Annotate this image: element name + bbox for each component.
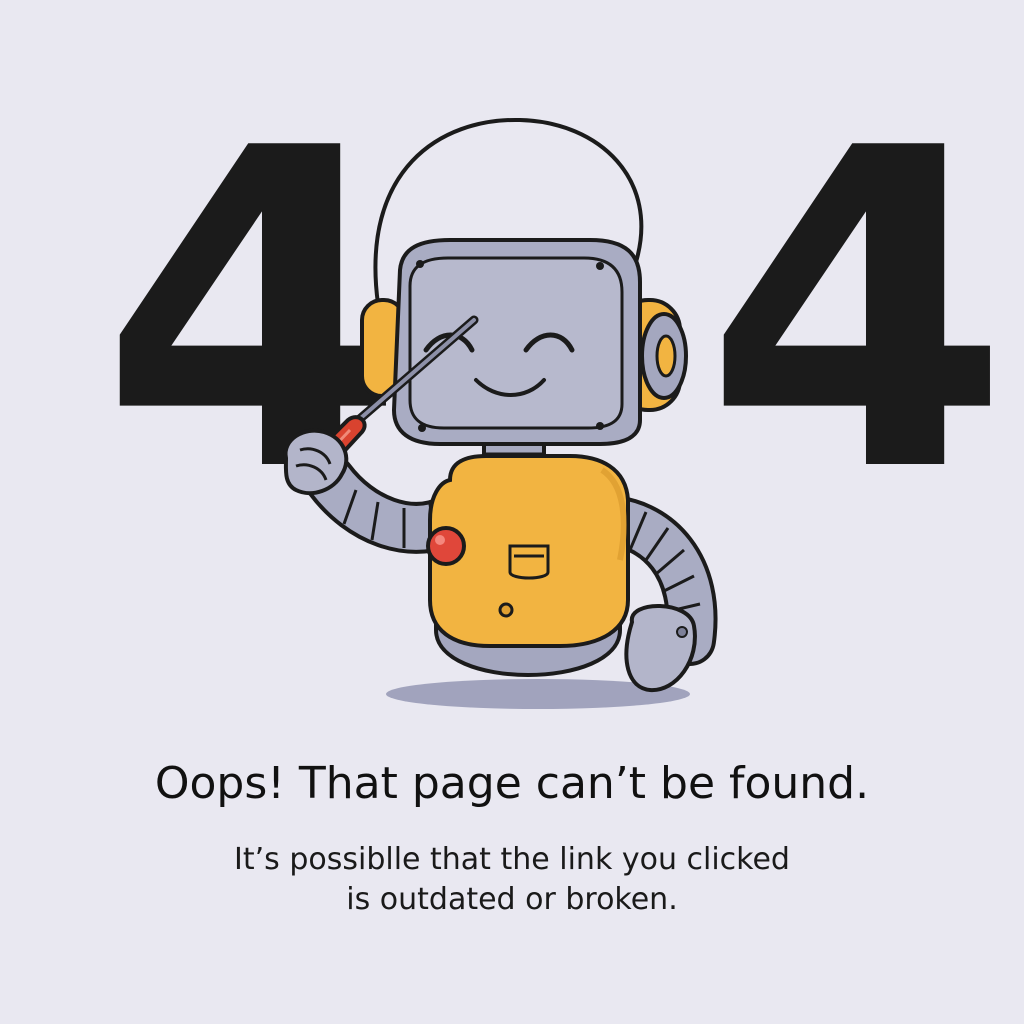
error-404-page: 4 4 Oops! That page can’t be found. It’s… [0,0,1024,1024]
error-headline: Oops! That page can’t be found. [154,758,870,809]
robot-pocket [508,544,550,580]
error-description: It’s possiblle that the link you clicked… [0,840,1024,920]
robot-right-hand [624,604,697,693]
robot-left-hand [283,428,349,496]
robot-illustration [283,117,718,709]
robot-red-button [426,526,466,566]
error-description-line-1: It’s possiblle that the link you clicked [234,842,790,877]
error-description-line-2: is outdated or broken. [346,882,678,917]
